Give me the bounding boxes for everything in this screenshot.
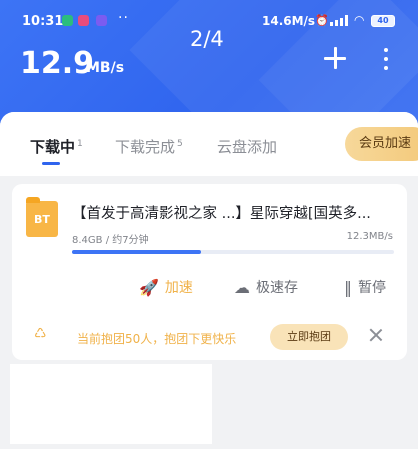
promo-text: 当前抱团50人，抱团下更快乐 <box>77 332 237 346</box>
group-promo-row: ♺ 当前抱团50人，抱团下更快乐 立即抱团 <box>12 318 407 354</box>
bt-file-icon: BT <box>26 197 58 237</box>
group-icon: ♺ <box>34 326 47 342</box>
signal-icon <box>330 15 352 26</box>
rocket-icon: 🚀 <box>139 277 159 297</box>
status-time: 10:31 <box>22 14 64 29</box>
battery-icon: 40 <box>371 15 395 27</box>
download-task-card[interactable]: BT 【首发于高清影视之家 ...】星际穿越[国英多... 8.4GB / 约7… <box>12 184 407 360</box>
progress-fill <box>72 250 201 254</box>
more-menu-button[interactable] <box>382 48 390 70</box>
blank-panel <box>10 364 212 444</box>
notification-icon <box>62 15 73 26</box>
boost-button[interactable]: 🚀 加速 <box>139 277 193 297</box>
page-counter: 2/4 <box>190 27 224 51</box>
task-size-eta: 8.4GB / 约7分钟 <box>72 235 149 246</box>
cloud-upload-icon: ☁ <box>234 277 250 297</box>
task-rate: 12.3MB/s <box>346 231 393 242</box>
tab-cloud-add[interactable]: 云盘添加 <box>217 136 277 157</box>
pause-button[interactable]: ‖ 暂停 <box>344 277 386 297</box>
add-task-button[interactable] <box>322 45 348 71</box>
more-notifications-indicator: ·· <box>118 10 129 26</box>
notification-icon <box>78 15 89 26</box>
tab-downloading[interactable]: 下载中 1 <box>30 136 83 157</box>
close-icon[interactable] <box>368 327 384 343</box>
notification-icon <box>96 15 107 26</box>
network-speed: 14.6M/s <box>262 14 316 28</box>
fast-save-button[interactable]: ☁ 极速存 <box>234 277 298 297</box>
vip-boost-button[interactable]: 会员加速 <box>345 127 418 161</box>
progress-bar <box>72 250 394 254</box>
task-title: 【首发于高清影视之家 ...】星际穿越[国英多... <box>72 206 371 222</box>
join-group-button[interactable]: 立即抱团 <box>270 324 348 350</box>
active-tab-indicator <box>42 162 60 165</box>
total-speed-value: 12.9 <box>20 46 95 81</box>
pause-icon: ‖ <box>344 277 352 297</box>
total-speed-unit: MB/s <box>86 60 125 76</box>
alarm-icon: ⏰ <box>315 14 329 27</box>
tab-completed[interactable]: 下载完成 5 <box>115 136 183 157</box>
wifi-icon: ◠ <box>354 13 365 27</box>
